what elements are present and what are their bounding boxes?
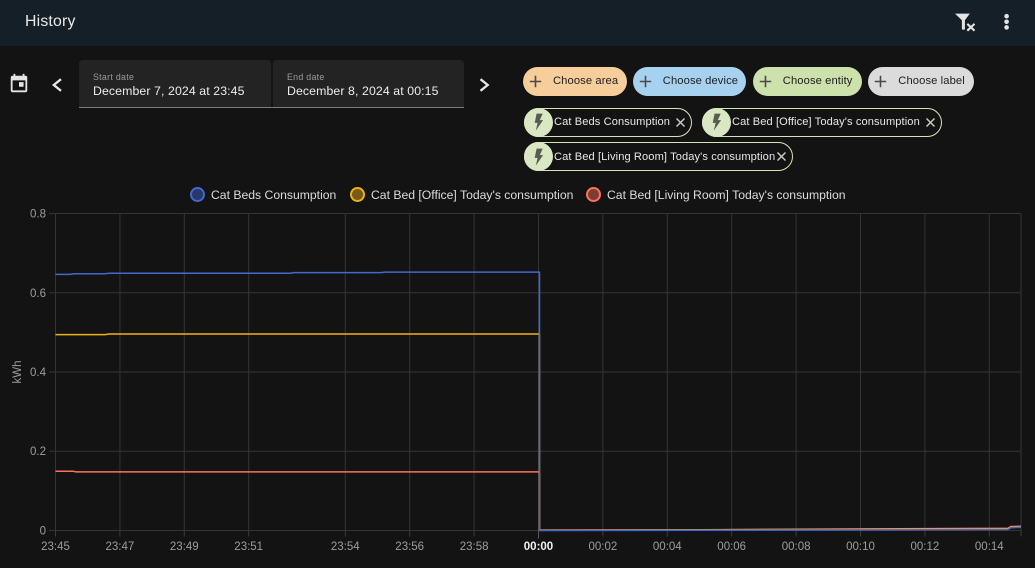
svg-text:0: 0	[40, 526, 46, 538]
svg-text:00:14: 00:14	[975, 541, 1004, 553]
svg-text:23:58: 23:58	[460, 541, 489, 553]
svg-text:0.2: 0.2	[30, 446, 46, 458]
svg-text:00:12: 00:12	[911, 541, 940, 553]
svg-text:kWh: kWh	[12, 361, 24, 384]
svg-text:0.8: 0.8	[30, 209, 46, 221]
svg-text:00:08: 00:08	[782, 541, 811, 553]
svg-text:23:45: 23:45	[41, 541, 70, 553]
svg-text:23:49: 23:49	[170, 541, 199, 553]
svg-text:23:47: 23:47	[106, 541, 135, 553]
svg-text:23:51: 23:51	[234, 541, 263, 553]
svg-text:00:06: 00:06	[717, 541, 746, 553]
svg-text:23:54: 23:54	[331, 541, 360, 553]
svg-text:00:00: 00:00	[524, 541, 553, 553]
svg-text:0.4: 0.4	[30, 367, 47, 379]
svg-text:0.6: 0.6	[30, 288, 46, 300]
svg-text:00:10: 00:10	[846, 541, 875, 553]
svg-text:00:02: 00:02	[589, 541, 618, 553]
svg-text:00:04: 00:04	[653, 541, 682, 553]
svg-text:23:56: 23:56	[395, 541, 424, 553]
